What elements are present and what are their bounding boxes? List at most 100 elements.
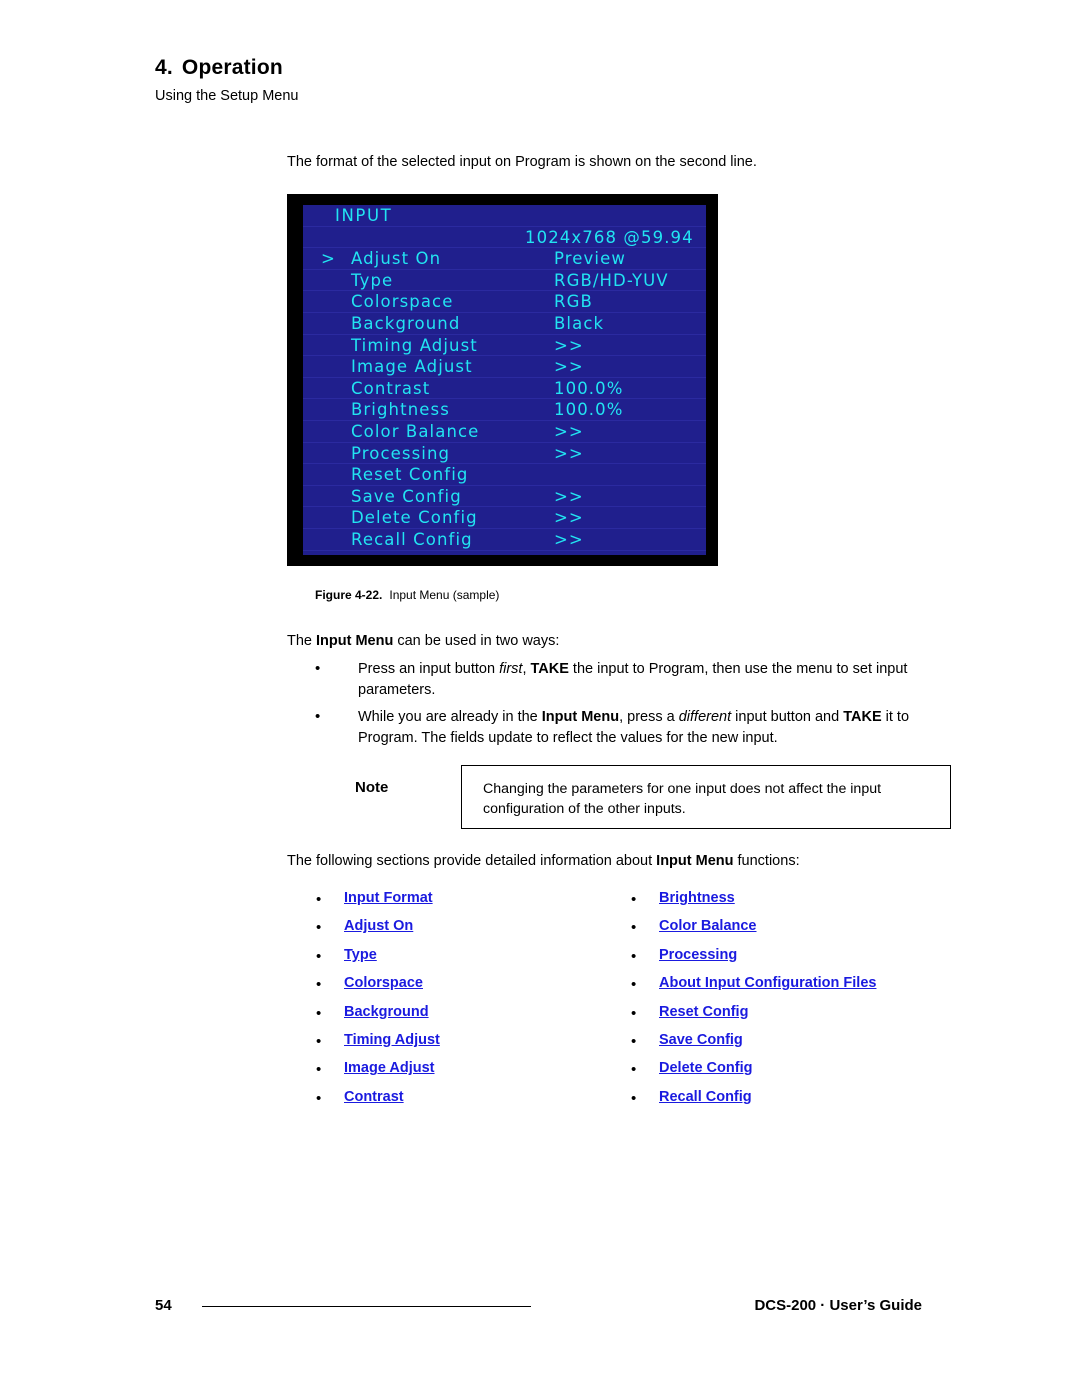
bullet-icon: • bbox=[631, 1089, 637, 1107]
lcd-menu-row[interactable]: Processing >> bbox=[303, 443, 706, 465]
lcd-menu-value: >> bbox=[554, 529, 584, 549]
lcd-menu-row[interactable]: Reset Config bbox=[303, 464, 706, 486]
bullet-icon: • bbox=[631, 1061, 637, 1079]
lcd-menu-value: >> bbox=[554, 421, 584, 441]
cross-reference-link[interactable]: Colorspace bbox=[344, 975, 423, 991]
lcd-menu-value: RGB/HD-YUV bbox=[554, 270, 669, 290]
bullet-icon: • bbox=[316, 947, 322, 965]
cross-reference-link[interactable]: Recall Config bbox=[659, 1089, 752, 1105]
bullet-icon: • bbox=[631, 947, 637, 965]
cross-reference-link[interactable]: Adjust On bbox=[344, 918, 413, 934]
bullet-icon: • bbox=[316, 891, 322, 908]
instruction-item: • Press an input button first, TAKE the … bbox=[315, 659, 955, 701]
footer-page-number: 54 bbox=[155, 1297, 172, 1314]
cross-reference-link[interactable]: Brightness bbox=[659, 890, 735, 906]
following-sections-paragraph: The following sections provide detailed … bbox=[287, 851, 967, 871]
lcd-menu-label: Contrast bbox=[351, 378, 431, 398]
cross-reference-link[interactable]: Image Adjust bbox=[344, 1060, 435, 1076]
lcd-menu-label: Type bbox=[351, 270, 394, 290]
page-title: 4. Operation bbox=[155, 56, 283, 80]
bullet-icon: • bbox=[316, 976, 322, 994]
bullet-icon: • bbox=[631, 919, 637, 937]
lcd-screen: INPUT 1024x768 @59.94 > Adjust On Preview Typ… bbox=[303, 205, 706, 555]
lcd-menu-label: Colorspace bbox=[351, 292, 454, 312]
lcd-menu-row[interactable]: Recall Config >> bbox=[303, 529, 706, 551]
bullet-icon: • bbox=[316, 919, 322, 937]
bullet-icon: • bbox=[631, 1032, 637, 1050]
instruction-segment: input button and bbox=[731, 709, 844, 725]
cross-reference-link[interactable]: Save Config bbox=[659, 1032, 743, 1048]
instruction-text-1: While you are already in the Input Menu,… bbox=[358, 707, 948, 749]
lcd-menu-value: Preview bbox=[554, 249, 626, 269]
two-ways-pre: The bbox=[287, 633, 317, 649]
lcd-menu-value: >> bbox=[554, 508, 584, 528]
cross-reference-link[interactable]: Input Format bbox=[344, 890, 433, 906]
lcd-menu-row[interactable]: Save Config >> bbox=[303, 486, 706, 508]
lcd-cursor-icon: > bbox=[321, 249, 336, 269]
lcd-menu-row[interactable]: INPUT bbox=[303, 205, 706, 227]
instruction-text-0: Press an input button first, TAKE the in… bbox=[358, 659, 948, 701]
note-box: Changing the parameters for one input do… bbox=[461, 765, 951, 829]
lcd-menu-row[interactable]: Background Black bbox=[303, 313, 706, 335]
instruction-segment: first bbox=[499, 661, 523, 677]
lcd-menu-row[interactable]: Type RGB/HD-YUV bbox=[303, 270, 706, 292]
cross-reference-link[interactable]: Contrast bbox=[344, 1089, 404, 1105]
instruction-segment: different bbox=[678, 709, 732, 725]
two-ways-post: can be used in two ways: bbox=[393, 633, 560, 649]
lcd-menu-label: Background bbox=[351, 313, 461, 333]
lcd-menu-label: Brightness bbox=[351, 400, 450, 420]
bullet-icon: • bbox=[631, 891, 637, 908]
lcd-menu-value: RGB bbox=[554, 292, 593, 312]
intro-paragraph: The format of the selected input on Prog… bbox=[287, 154, 757, 170]
instruction-segment: , bbox=[522, 661, 531, 677]
lcd-menu-row[interactable]: Delete Config >> bbox=[303, 507, 706, 529]
bullet-icon: • bbox=[316, 1032, 322, 1050]
lcd-menu-row[interactable]: Brightness 100.0% bbox=[303, 399, 706, 421]
lcd-menu-row[interactable]: Colorspace RGB bbox=[303, 291, 706, 313]
cross-reference-link[interactable]: Type bbox=[344, 947, 377, 963]
instruction-segment: Input Menu bbox=[541, 709, 620, 725]
lcd-menu-label: Reset Config bbox=[351, 465, 469, 485]
instruction-segment: Press an input button bbox=[358, 661, 500, 677]
figure-caption-text: Input Menu (sample) bbox=[389, 588, 500, 602]
lcd-menu-label: Delete Config bbox=[351, 508, 478, 528]
lcd-menu-label: Save Config bbox=[351, 486, 462, 506]
lcd-menu-row[interactable]: > Adjust On Preview bbox=[303, 248, 706, 270]
following-post: functions: bbox=[733, 853, 800, 869]
cross-reference-link[interactable]: About Input Configuration Files bbox=[659, 975, 876, 991]
lcd-menu-label: Image Adjust bbox=[351, 357, 473, 377]
bullet-icon: • bbox=[316, 1089, 322, 1107]
two-ways-bold: Input Menu bbox=[316, 633, 394, 649]
instruction-segment: While you are already in the bbox=[358, 709, 542, 725]
bullet-icon: • bbox=[631, 976, 637, 994]
footer-guide-title: DCS-200 · User’s Guide bbox=[754, 1297, 922, 1314]
cross-reference-link[interactable]: Processing bbox=[659, 947, 737, 963]
lcd-menu-row[interactable]: 1024x768 @59.94 bbox=[303, 227, 706, 249]
two-ways-paragraph: The Input Menu can be used in two ways: bbox=[287, 631, 947, 651]
lcd-menu-row[interactable]: Color Balance >> bbox=[303, 421, 706, 443]
chapter-number: 4. bbox=[155, 56, 173, 79]
instruction-segment: , press a bbox=[619, 709, 679, 725]
following-pre: The following sections provide detailed … bbox=[287, 853, 657, 869]
lcd-menu-value: 100.0% bbox=[554, 400, 624, 420]
lcd-menu-value: 100.0% bbox=[554, 378, 624, 398]
lcd-menu-value: Black bbox=[554, 313, 605, 333]
lcd-menu-value: >> bbox=[554, 335, 584, 355]
bullet-icon: • bbox=[316, 1061, 322, 1079]
lcd-menu-row[interactable]: Contrast 100.0% bbox=[303, 378, 706, 400]
lcd-menu-label: Recall Config bbox=[351, 529, 473, 549]
bullet-icon: • bbox=[316, 1004, 322, 1022]
lcd-menu-row[interactable]: Image Adjust >> bbox=[303, 356, 706, 378]
bullet-icon: • bbox=[315, 660, 321, 677]
following-bold: Input Menu bbox=[656, 853, 734, 869]
cross-reference-link[interactable]: Color Balance bbox=[659, 918, 757, 934]
cross-reference-link[interactable]: Delete Config bbox=[659, 1060, 752, 1076]
cross-reference-link[interactable]: Background bbox=[344, 1004, 429, 1020]
lcd-menu-value: >> bbox=[554, 486, 584, 506]
cross-reference-link[interactable]: Reset Config bbox=[659, 1004, 748, 1020]
lcd-menu-label: Color Balance bbox=[351, 421, 480, 441]
instruction-segment: TAKE bbox=[530, 661, 569, 677]
lcd-menu-row[interactable]: Timing Adjust >> bbox=[303, 335, 706, 357]
lcd-menu-value: >> bbox=[554, 443, 584, 463]
cross-reference-link[interactable]: Timing Adjust bbox=[344, 1032, 440, 1048]
